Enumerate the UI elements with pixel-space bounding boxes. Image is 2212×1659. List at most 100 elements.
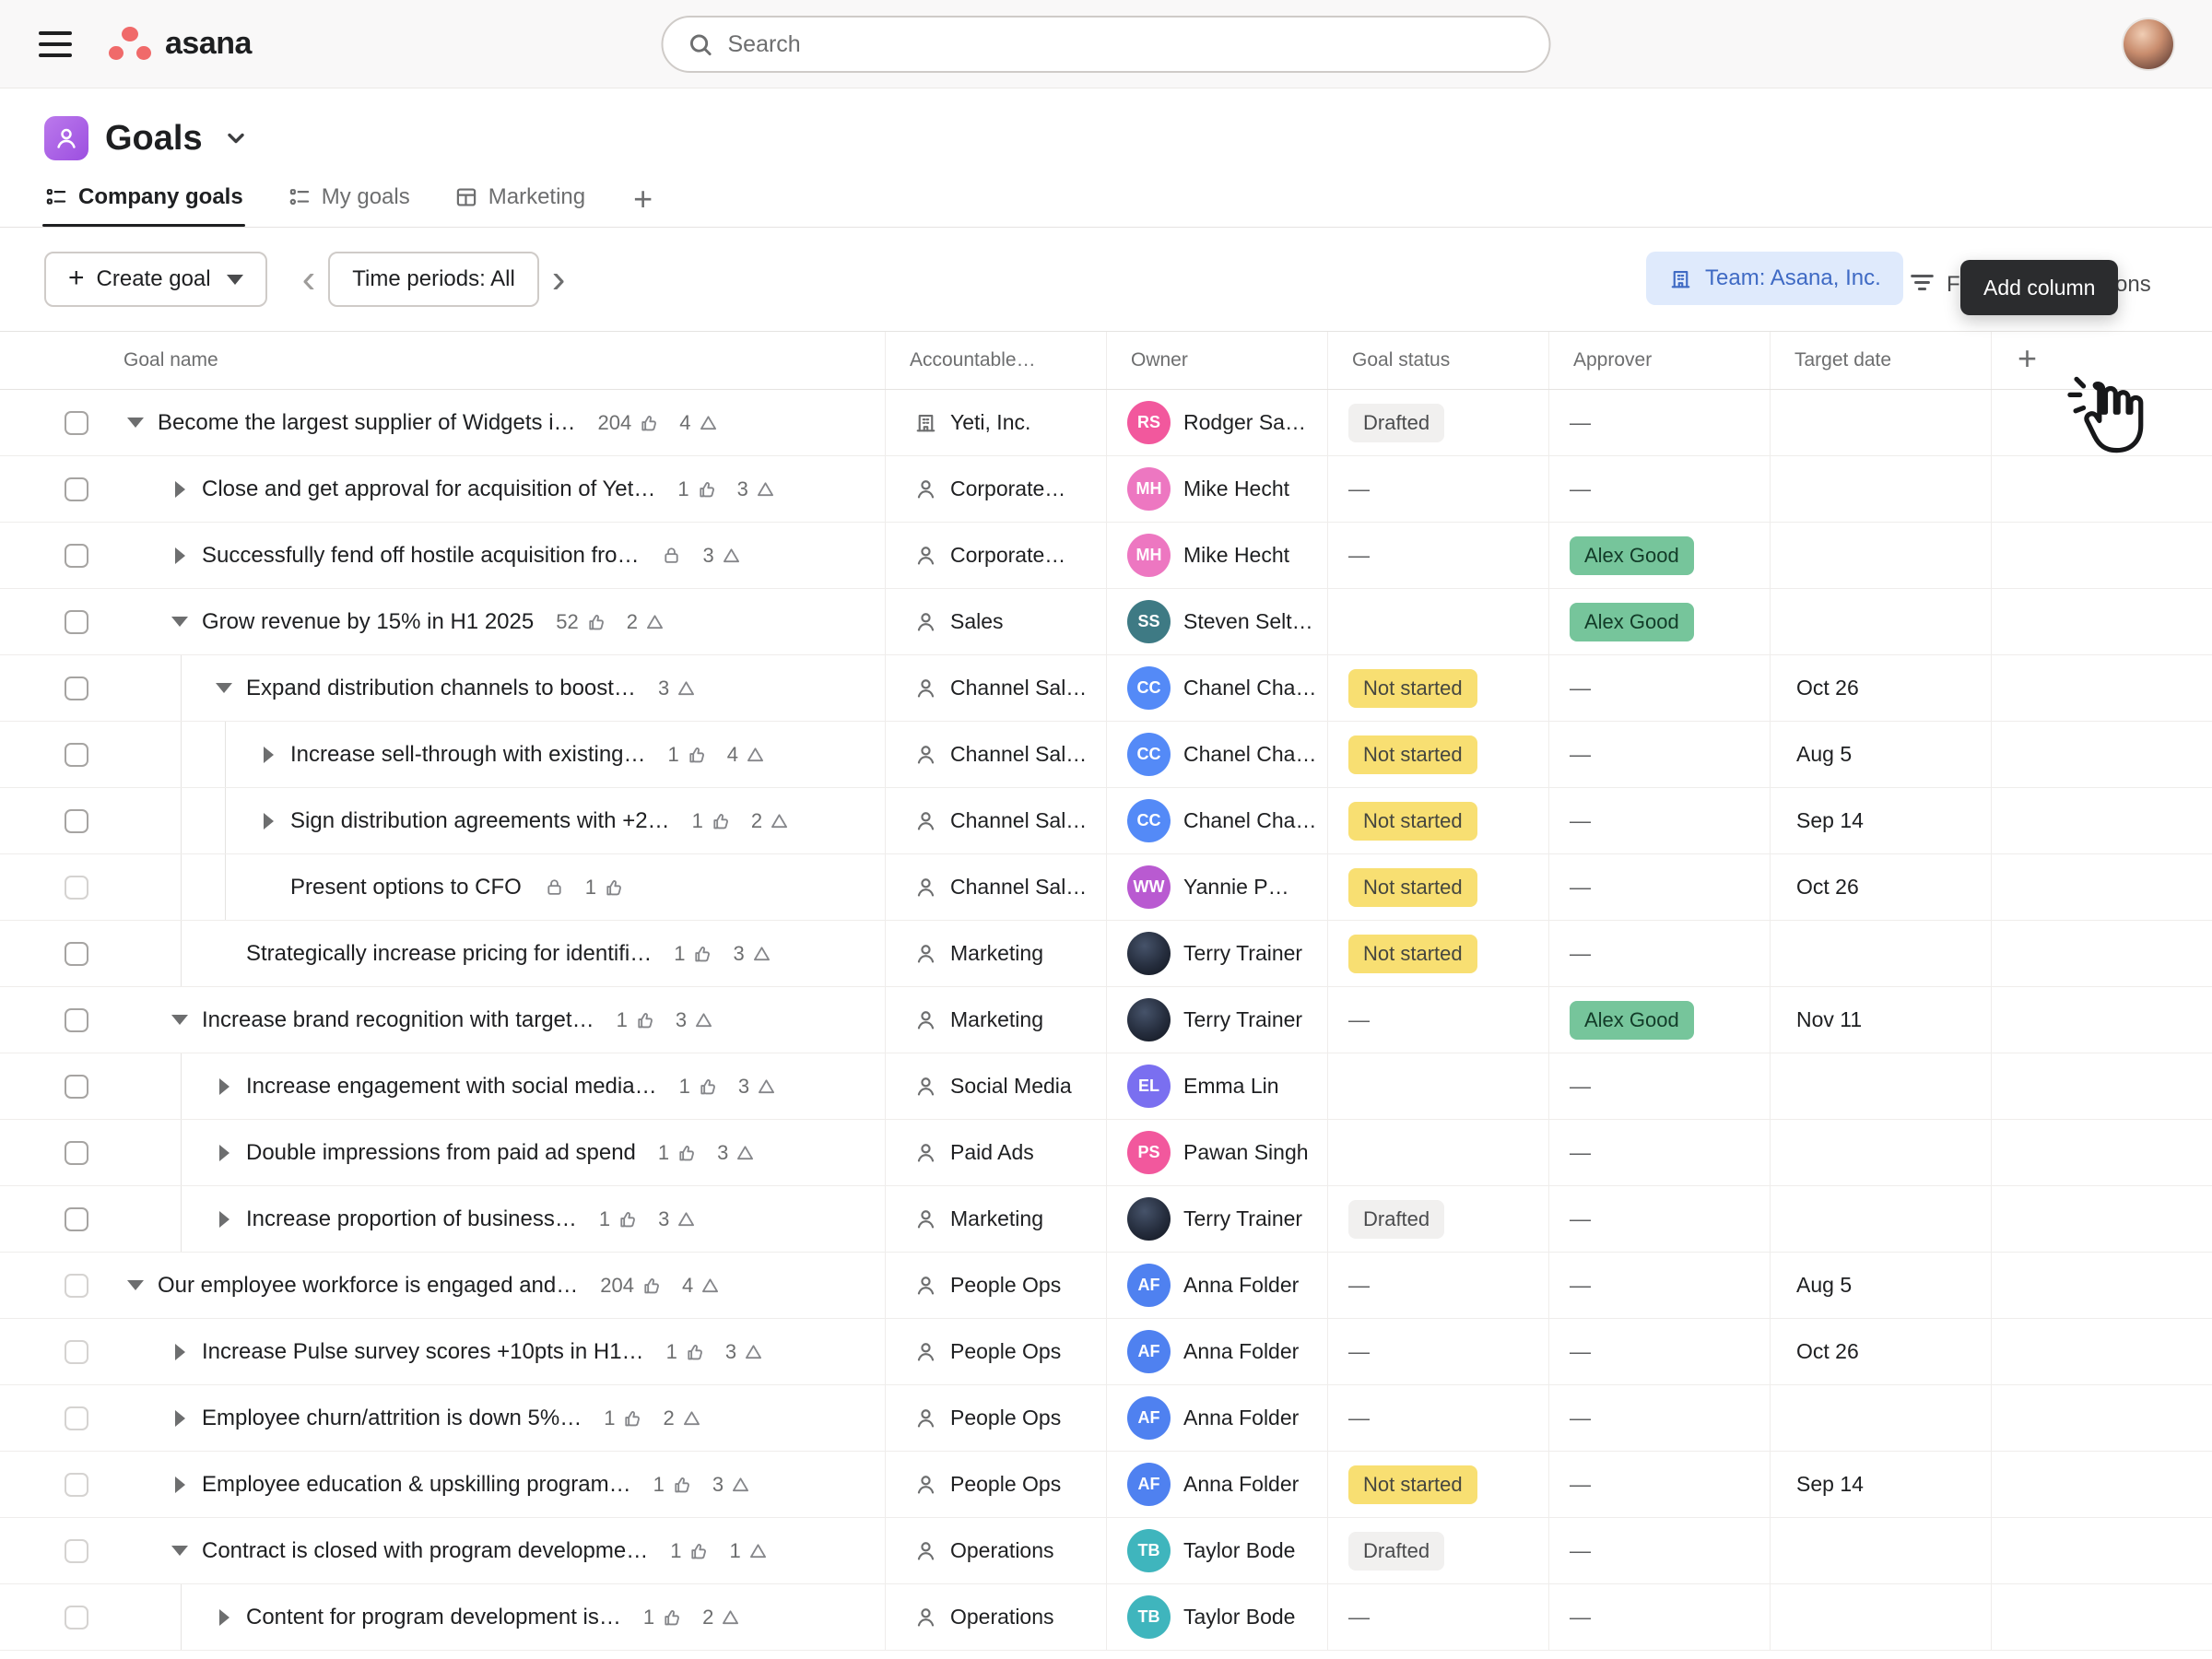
column-accountable[interactable]: Accountable…	[885, 332, 1106, 389]
row-checkbox[interactable]	[65, 1274, 88, 1298]
search-input[interactable]: Search	[662, 16, 1551, 73]
goal-title[interactable]: Employee education & upskilling program…	[202, 1472, 631, 1498]
next-period-button[interactable]: ›	[543, 259, 575, 300]
likes-count[interactable]: 1	[679, 1075, 718, 1099]
expand-caret-icon[interactable]	[219, 1211, 229, 1228]
goal-title[interactable]: Content for program development is…	[246, 1605, 621, 1630]
likes-count[interactable]: 204	[600, 1274, 662, 1298]
goal-row[interactable]: Present options to CFO1Channel Sal…WWYan…	[0, 854, 2212, 921]
goal-title[interactable]: Increase sell-through with existing…	[290, 742, 646, 768]
goal-row[interactable]: Employee education & upskilling program……	[0, 1452, 2212, 1518]
owner-name[interactable]: Mike Hecht	[1183, 543, 1289, 568]
row-checkbox[interactable]	[65, 477, 88, 501]
accountable-team[interactable]: Channel Sal…	[950, 875, 1087, 900]
goal-title[interactable]: Sign distribution agreements with +2…	[290, 808, 670, 834]
user-avatar[interactable]	[2124, 19, 2173, 69]
collapse-caret-icon[interactable]	[216, 683, 232, 693]
accountable-team[interactable]: Corporate…	[950, 543, 1065, 568]
goal-title[interactable]: Increase brand recognition with target…	[202, 1007, 594, 1033]
accountable-team[interactable]: Sales	[950, 609, 1004, 634]
expand-caret-icon[interactable]	[219, 1609, 229, 1626]
goal-title[interactable]: Close and get approval for acquisition o…	[202, 477, 655, 502]
status-chip[interactable]: Drafted	[1348, 1532, 1444, 1571]
likes-count[interactable]: 52	[556, 610, 606, 634]
expand-caret-icon[interactable]	[264, 747, 274, 763]
row-checkbox[interactable]	[65, 1340, 88, 1364]
owner-name[interactable]: Mike Hecht	[1183, 477, 1289, 501]
collapse-caret-icon[interactable]	[127, 1280, 144, 1290]
likes-count[interactable]: 1	[668, 743, 707, 767]
goal-row[interactable]: Close and get approval for acquisition o…	[0, 456, 2212, 523]
likes-count[interactable]: 1	[653, 1473, 692, 1497]
expand-caret-icon[interactable]	[264, 813, 274, 830]
goal-row[interactable]: Increase brand recognition with target… 1…	[0, 987, 2212, 1053]
goal-row[interactable]: Increase engagement with social media…13…	[0, 1053, 2212, 1120]
row-checkbox[interactable]	[65, 1539, 88, 1563]
accountable-team[interactable]: People Ops	[950, 1273, 1061, 1298]
likes-count[interactable]: 204	[598, 411, 660, 435]
goal-title[interactable]: Increase proportion of business…	[246, 1206, 577, 1232]
column-goal-status[interactable]: Goal status	[1327, 332, 1548, 389]
approver-chip[interactable]: Alex Good	[1570, 1001, 1694, 1040]
owner-name[interactable]: Taylor Bode	[1183, 1605, 1295, 1630]
owner-name[interactable]: Pawan Singh	[1183, 1140, 1309, 1165]
goal-title[interactable]: Our employee workforce is engaged and…	[158, 1273, 578, 1299]
row-checkbox[interactable]	[65, 677, 88, 700]
expand-caret-icon[interactable]	[175, 1344, 185, 1360]
row-checkbox[interactable]	[65, 1406, 88, 1430]
goal-row[interactable]: Contract is closed with program developm…	[0, 1518, 2212, 1584]
row-checkbox[interactable]	[65, 876, 88, 900]
goal-row[interactable]: Strategically increase pricing for ident…	[0, 921, 2212, 987]
status-chip[interactable]: Not started	[1348, 802, 1477, 841]
accountable-team[interactable]: Marketing	[950, 1206, 1043, 1231]
goal-title[interactable]: Successfully fend off hostile acquisitio…	[202, 543, 639, 569]
likes-count[interactable]: 1	[692, 809, 731, 833]
expand-caret-icon[interactable]	[219, 1078, 229, 1095]
status-chip[interactable]: Not started	[1348, 669, 1477, 708]
goal-row[interactable]: Increase Pulse survey scores +10pts in H…	[0, 1319, 2212, 1385]
hamburger-menu-button[interactable]	[39, 31, 72, 57]
column-owner[interactable]: Owner	[1106, 332, 1327, 389]
create-goal-button[interactable]: + Create goal	[44, 252, 267, 307]
goal-title[interactable]: Become the largest supplier of Widgets i…	[158, 410, 576, 436]
likes-count[interactable]: 1	[670, 1539, 709, 1563]
goal-title[interactable]: Increase Pulse survey scores +10pts in H…	[202, 1339, 644, 1365]
likes-count[interactable]: 1	[674, 942, 712, 966]
filter-icon[interactable]	[1908, 268, 1936, 297]
likes-count[interactable]: 1	[677, 477, 716, 501]
goal-row[interactable]: Increase proportion of business…13Market…	[0, 1186, 2212, 1253]
row-checkbox[interactable]	[65, 809, 88, 833]
owner-name[interactable]: Rodger Sa…	[1183, 410, 1306, 435]
accountable-team[interactable]: Corporate…	[950, 477, 1065, 501]
row-checkbox[interactable]	[65, 1207, 88, 1231]
approver-chip[interactable]: Alex Good	[1570, 603, 1694, 641]
row-checkbox[interactable]	[65, 942, 88, 966]
accountable-team[interactable]: Channel Sal…	[950, 742, 1087, 767]
row-checkbox[interactable]	[65, 1008, 88, 1032]
accountable-team[interactable]: Marketing	[950, 941, 1043, 966]
column-approver[interactable]: Approver	[1548, 332, 1770, 389]
collapse-caret-icon[interactable]	[171, 617, 188, 627]
accountable-team[interactable]: People Ops	[950, 1472, 1061, 1497]
likes-count[interactable]: 1	[658, 1141, 697, 1165]
title-chevron-down-icon[interactable]	[223, 125, 249, 151]
goal-row[interactable]: Double impressions from paid ad spend13P…	[0, 1120, 2212, 1186]
likes-count[interactable]: 1	[666, 1340, 705, 1364]
accountable-team[interactable]: People Ops	[950, 1406, 1061, 1430]
owner-name[interactable]: Terry Trainer	[1183, 1206, 1302, 1231]
collapse-caret-icon[interactable]	[127, 418, 144, 428]
expand-caret-icon[interactable]	[175, 481, 185, 498]
status-chip[interactable]: Not started	[1348, 868, 1477, 907]
prev-period-button[interactable]: ‹	[293, 259, 325, 300]
owner-name[interactable]: Anna Folder	[1183, 1472, 1299, 1497]
expand-caret-icon[interactable]	[219, 1145, 229, 1161]
owner-name[interactable]: Taylor Bode	[1183, 1538, 1295, 1563]
status-chip[interactable]: Not started	[1348, 735, 1477, 774]
likes-count[interactable]: 1	[585, 876, 624, 900]
goal-row[interactable]: Content for program development is…12Ope…	[0, 1584, 2212, 1651]
likes-count[interactable]: 1	[617, 1008, 655, 1032]
goal-row[interactable]: Become the largest supplier of Widgets i…	[0, 390, 2212, 456]
approver-chip[interactable]: Alex Good	[1570, 536, 1694, 575]
accountable-team[interactable]: Paid Ads	[950, 1140, 1034, 1165]
accountable-team[interactable]: Yeti, Inc.	[950, 410, 1030, 435]
